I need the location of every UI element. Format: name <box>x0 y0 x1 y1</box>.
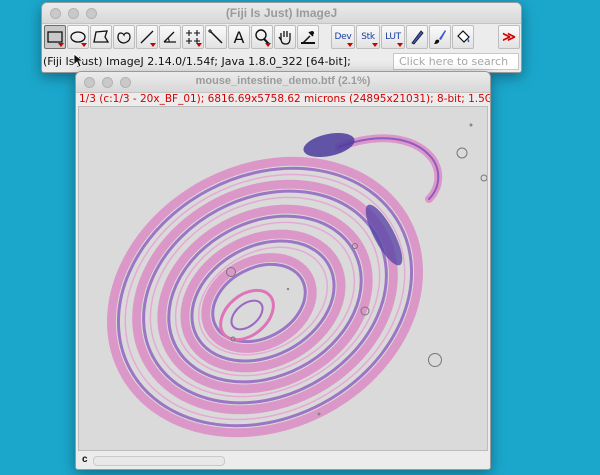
flood-fill-tool-button[interactable] <box>452 25 474 49</box>
image-window-title: mouse_intestine_demo.btf (2.1%) <box>195 75 371 87</box>
mouse-cursor-icon <box>73 53 83 68</box>
status-text: (Fiji Is Just) ImageJ 2.14.0/1.54f; Java… <box>43 55 351 68</box>
main-window-title: (Fiji Is Just) ImageJ <box>225 6 338 20</box>
image-canvas[interactable] <box>78 106 488 451</box>
flood-fill-icon <box>457 30 470 43</box>
brush-tool-button[interactable] <box>429 25 451 49</box>
angle-tool-icon <box>163 31 176 43</box>
angle-tool-button[interactable] <box>159 25 181 49</box>
main-title-bar[interactable]: (Fiji Is Just) ImageJ <box>42 3 521 24</box>
freehand-tool-button[interactable] <box>113 25 135 49</box>
lymphoid-patch-top <box>303 132 355 158</box>
image-title-bar[interactable]: mouse_intestine_demo.btf (2.1%) <box>76 72 490 93</box>
lut-menu-button[interactable]: LUT <box>381 25 405 49</box>
channel-label: c <box>82 454 88 465</box>
color-picker-tool-button[interactable] <box>297 25 319 49</box>
text-tool-icon: A <box>233 27 245 47</box>
image-window: mouse_intestine_demo.btf (2.1%) 1/3 (c:1… <box>75 71 491 470</box>
image-info-line: 1/3 (c:1/3 - 20x_BF_01); 6816.69x5758.62… <box>79 93 491 105</box>
polygon-selection-icon <box>93 30 110 43</box>
dev-label: Dev <box>334 32 352 42</box>
lut-label: LUT <box>385 32 401 42</box>
wand-tool-icon <box>208 29 223 44</box>
eyedropper-icon <box>301 31 315 44</box>
status-bar: (Fiji Is Just) ImageJ 2.14.0/1.54f; Java… <box>42 52 521 72</box>
pencil-tool-button[interactable] <box>406 25 428 49</box>
more-tools-button[interactable]: ≫ <box>498 25 520 49</box>
scroll-tool-button[interactable] <box>274 25 296 49</box>
channel-slider-bar: c <box>76 452 490 469</box>
pencil-icon <box>411 30 424 45</box>
rectangle-tool-button[interactable] <box>44 25 66 49</box>
polygon-tool-button[interactable] <box>90 25 112 49</box>
dev-menu-button[interactable]: Dev <box>331 25 355 49</box>
hand-scroll-icon <box>278 31 291 45</box>
search-input[interactable]: Click here to search <box>393 53 519 70</box>
channel-slider[interactable] <box>93 456 225 466</box>
stk-menu-button[interactable]: Stk <box>356 25 380 49</box>
intestine-tissue-image <box>106 123 487 438</box>
oval-tool-button[interactable] <box>67 25 89 49</box>
double-chevron-right-icon: ≫ <box>502 29 516 44</box>
stk-label: Stk <box>361 32 375 42</box>
line-tool-button[interactable] <box>136 25 158 49</box>
point-tool-button[interactable] <box>182 25 204 49</box>
text-tool-button[interactable]: A <box>228 25 250 49</box>
tool-bar: A Dev Stk LUT ≫ <box>44 25 521 51</box>
freehand-selection-icon <box>117 32 131 44</box>
paintbrush-icon <box>434 30 446 44</box>
wand-tool-button[interactable] <box>205 25 227 49</box>
imagej-main-window: (Fiji Is Just) ImageJ A Dev Stk LUT ≫ (F… <box>41 2 522 73</box>
magnifier-tool-button[interactable] <box>251 25 273 49</box>
